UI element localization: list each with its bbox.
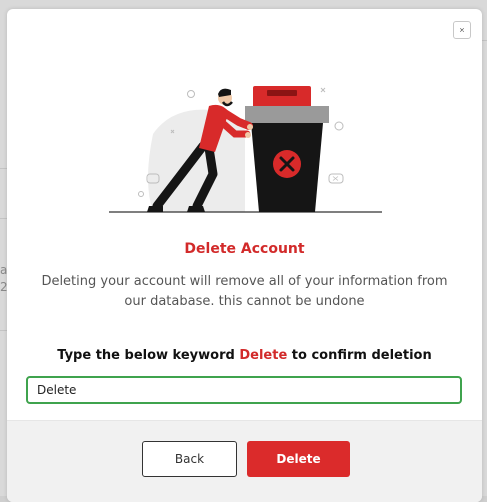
close-icon — [460, 28, 464, 32]
decor-circle — [334, 121, 344, 131]
person-pushing-trash-bin-illustration — [109, 86, 382, 213]
trash-bin-lid-slot — [267, 90, 297, 96]
person-hand — [247, 124, 253, 130]
backdrop-divider — [482, 40, 487, 41]
decor-circle — [187, 90, 195, 98]
trash-bin — [245, 86, 329, 212]
decor-cross — [332, 176, 339, 181]
person-shoe — [187, 206, 205, 212]
confirm-keyword-input[interactable] — [26, 376, 462, 404]
backdrop-divider — [0, 218, 7, 219]
trash-bin-lid-top — [253, 86, 311, 108]
trash-bin-rim — [245, 106, 329, 123]
confirm-instruction-suffix: to confirm deletion — [291, 348, 432, 363]
person-hand — [245, 132, 251, 138]
confirm-keyword: Delete — [239, 348, 288, 363]
person-shoe — [147, 206, 163, 212]
backdrop-divider — [0, 330, 7, 331]
decor-cross — [320, 87, 326, 93]
confirm-instruction: Type the below keyword Delete to confirm… — [7, 348, 482, 363]
dialog-description: Deleting your account will remove all of… — [41, 274, 448, 309]
delete-button[interactable]: Delete — [247, 441, 350, 477]
backdrop-divider — [0, 168, 7, 169]
decor-circle — [138, 191, 144, 197]
dialog-footer: Back Delete — [7, 420, 482, 502]
delete-account-dialog: Delete Account Deleting your account wil… — [7, 9, 482, 502]
dialog-title: Delete Account — [184, 241, 305, 257]
confirm-instruction-prefix: Type the below keyword — [57, 348, 235, 363]
close-button[interactable] — [453, 21, 471, 39]
back-button[interactable]: Back — [142, 441, 237, 477]
